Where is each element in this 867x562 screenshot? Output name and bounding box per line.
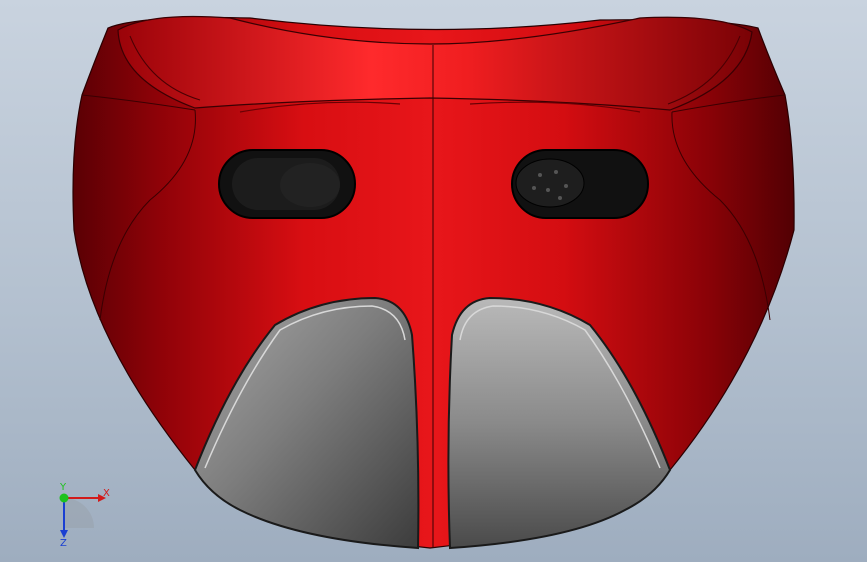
coordinate-triad: X Y Z [59,482,110,548]
z-axis-label: Z [60,538,67,548]
x-axis-label: X [103,488,110,499]
graphics-viewport[interactable]: X Y Z [0,0,867,562]
helmet-model[interactable] [0,0,867,562]
y-axis-dot [59,493,69,503]
y-axis-label: Y [59,482,67,493]
